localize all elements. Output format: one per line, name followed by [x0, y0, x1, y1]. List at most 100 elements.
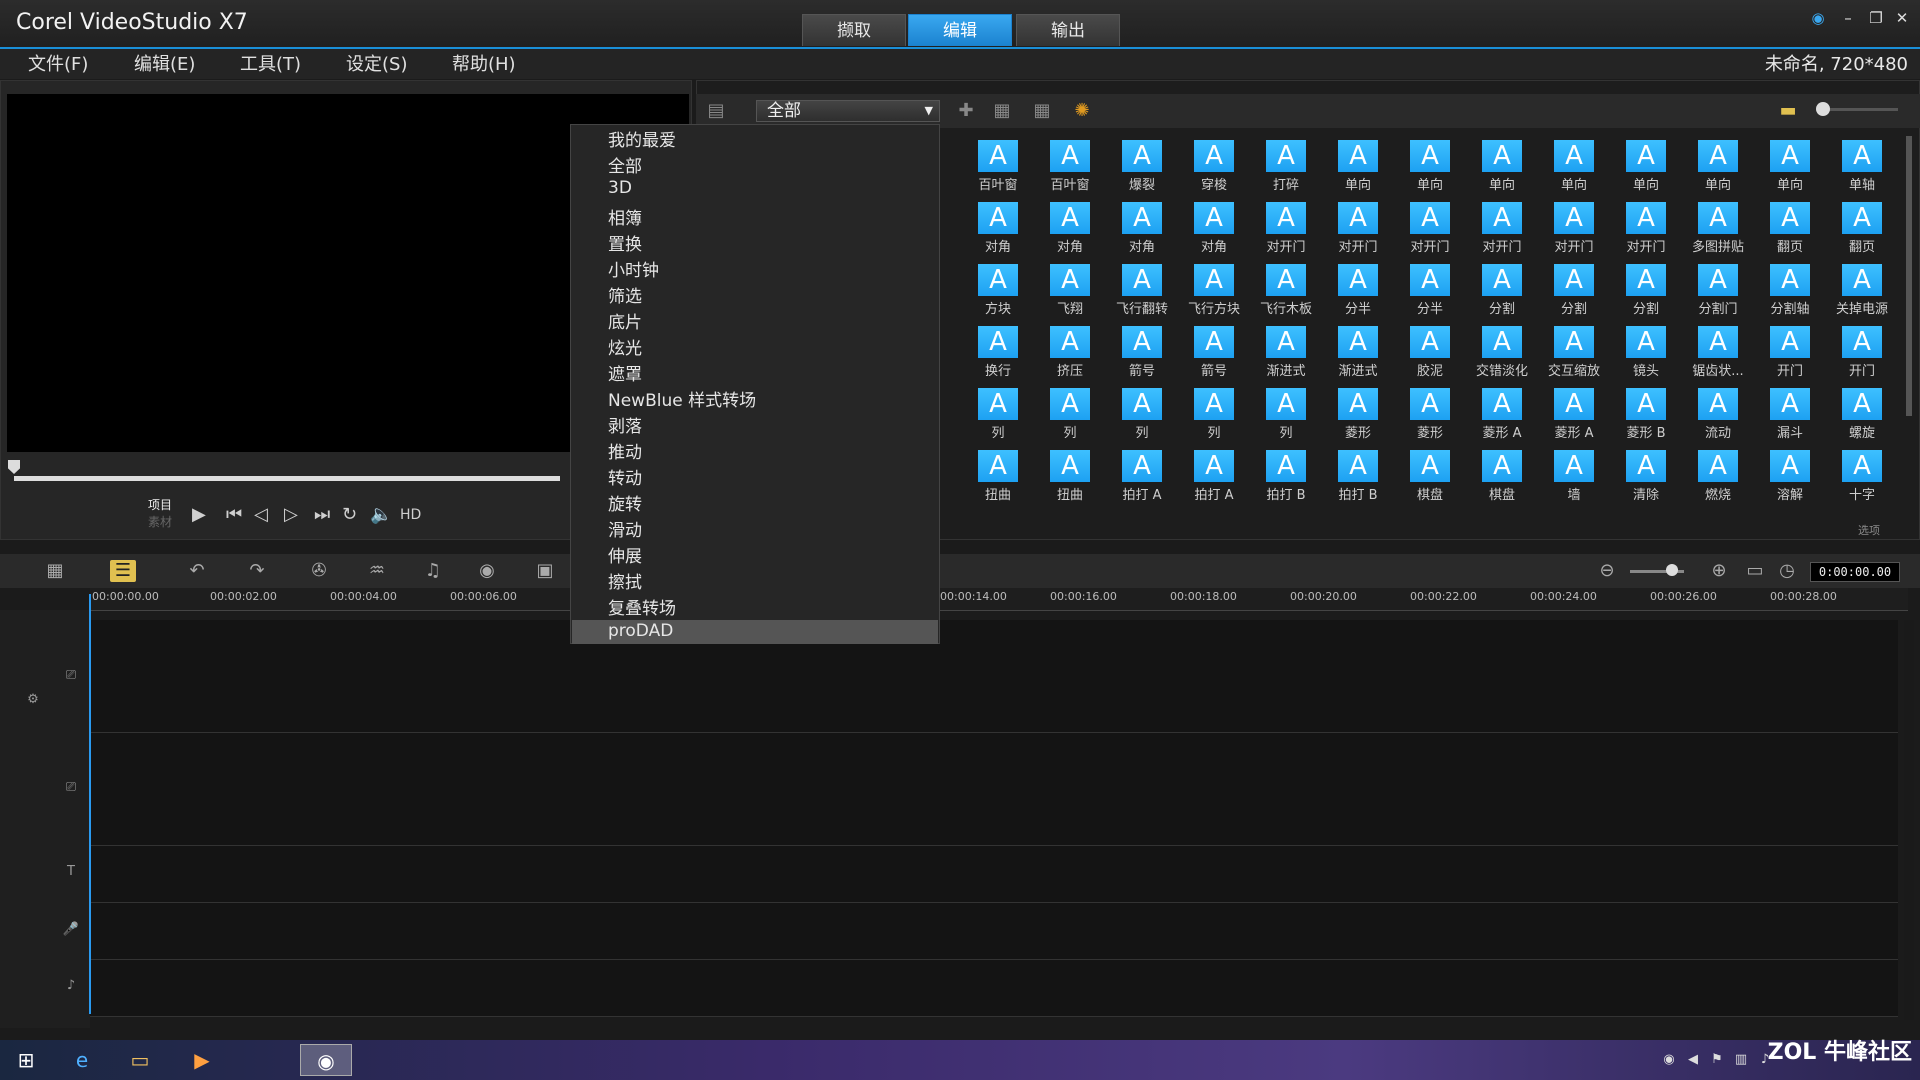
music-track-icon[interactable]: ♪: [56, 978, 86, 1002]
menu-edit[interactable]: 编辑(E): [134, 50, 195, 76]
restore-icon[interactable]: ❐: [1866, 8, 1886, 28]
transition-thumbnail[interactable]: A 翻页: [1826, 202, 1898, 264]
transition-thumbnail[interactable]: A 飞行翻转: [1106, 264, 1178, 326]
zoom-in-icon[interactable]: ⊕: [1706, 560, 1732, 582]
transition-thumbnail[interactable]: A 单向: [1610, 140, 1682, 202]
transition-thumbnail[interactable]: A 多图拼贴: [1682, 202, 1754, 264]
library-scrollbar[interactable]: [1906, 136, 1912, 416]
next-frame-icon[interactable]: ▷: [284, 504, 298, 525]
fit-project-icon[interactable]: ▭: [1742, 560, 1768, 582]
transition-thumbnail[interactable]: A 分半: [1322, 264, 1394, 326]
menu-help[interactable]: 帮助(H): [452, 50, 516, 76]
content-icon[interactable]: ✺: [1070, 100, 1094, 122]
minimize-icon[interactable]: –: [1838, 8, 1858, 28]
transition-thumbnail[interactable]: A 打碎: [1250, 140, 1322, 202]
overlay-track-icon[interactable]: ⎚: [56, 780, 86, 804]
undo-icon[interactable]: ↶: [184, 560, 210, 582]
transition-thumbnail[interactable]: A 拍打 B: [1322, 450, 1394, 512]
file-explorer-icon[interactable]: ▭: [114, 1044, 166, 1076]
category-option[interactable]: 遮罩: [608, 360, 642, 385]
media-player-icon[interactable]: ▶: [176, 1044, 228, 1076]
zoom-out-icon[interactable]: ⊖: [1594, 560, 1620, 582]
transition-thumbnail[interactable]: A 分割轴: [1754, 264, 1826, 326]
globe-icon[interactable]: ◉: [1808, 8, 1828, 28]
title-track[interactable]: [90, 846, 1898, 903]
thumbnail-size-knob[interactable]: [1816, 102, 1830, 116]
thumbnail-size-slider[interactable]: [1822, 108, 1898, 111]
transition-thumbnail[interactable]: A 胶泥: [1394, 326, 1466, 388]
category-option[interactable]: 筛选: [608, 282, 642, 307]
transition-thumbnail[interactable]: A 镜头: [1610, 326, 1682, 388]
transition-thumbnail[interactable]: A 渐进式: [1322, 326, 1394, 388]
category-dropdown[interactable]: 全部 ▼: [756, 100, 940, 122]
category-option[interactable]: 滑动: [608, 516, 642, 541]
end-icon[interactable]: ⏭: [314, 504, 330, 525]
tray-app-icon[interactable]: ◉: [1660, 1052, 1678, 1070]
scrub-bar[interactable]: [14, 476, 560, 481]
music-track[interactable]: [90, 960, 1898, 1017]
category-option[interactable]: 擦拭: [608, 568, 642, 593]
transition-thumbnail[interactable]: A 对开门: [1322, 202, 1394, 264]
transition-thumbnail[interactable]: A列: [962, 388, 1034, 450]
transition-thumbnail[interactable]: A 溶解: [1754, 450, 1826, 512]
transition-thumbnail[interactable]: A 菱形 A: [1538, 388, 1610, 450]
options-button[interactable]: 选项: [1858, 522, 1880, 538]
transition-thumbnail[interactable]: A 飞行方块: [1178, 264, 1250, 326]
transition-thumbnail[interactable]: A 清除: [1610, 450, 1682, 512]
category-option[interactable]: 伸展: [608, 542, 642, 567]
transition-thumbnail[interactable]: A 菱形: [1322, 388, 1394, 450]
close-icon[interactable]: ✕: [1892, 8, 1912, 28]
category-option[interactable]: 复叠转场: [608, 594, 676, 619]
transition-thumbnail[interactable]: A 燃烧: [1682, 450, 1754, 512]
category-option[interactable]: 全部: [608, 152, 642, 177]
category-option[interactable]: NewBlue 样式转场: [608, 386, 756, 411]
transition-thumbnail[interactable]: A 箭号: [1106, 326, 1178, 388]
motion-tracking-icon[interactable]: ◉: [474, 560, 500, 582]
menu-settings[interactable]: 设定(S): [346, 50, 407, 76]
timeline-scrollbar[interactable]: [1904, 620, 1914, 1020]
home-icon[interactable]: ⏮: [226, 504, 242, 525]
transition-thumbnail[interactable]: A 开门: [1826, 326, 1898, 388]
transition-thumbnail[interactable]: A 分割门: [1682, 264, 1754, 326]
transition-thumbnail[interactable]: A 飞翔: [1034, 264, 1106, 326]
transition-thumbnail[interactable]: A 棋盘: [1466, 450, 1538, 512]
category-option[interactable]: 推动: [608, 438, 642, 463]
timeline-view-icon[interactable]: ▦: [42, 560, 68, 582]
timecode-display[interactable]: 0:00:00.00: [1810, 562, 1900, 582]
title-track-icon[interactable]: T: [56, 864, 86, 888]
transition-thumbnail[interactable]: A 箭号: [1178, 326, 1250, 388]
add-favorite-icon[interactable]: ✚: [954, 100, 978, 122]
tray-flag-icon[interactable]: ⚑: [1708, 1052, 1726, 1070]
category-option[interactable]: 3D: [608, 178, 632, 198]
hd-preview-button[interactable]: HD: [400, 507, 421, 523]
auto-music-icon[interactable]: ♫: [420, 560, 446, 582]
media-library-icon[interactable]: ▤: [704, 100, 728, 122]
menu-file[interactable]: 文件(F): [28, 50, 88, 76]
transition-thumbnail[interactable]: A 十字: [1826, 450, 1898, 512]
repeat-icon[interactable]: ↻: [342, 504, 357, 525]
transition-thumbnail[interactable]: A 棋盘: [1394, 450, 1466, 512]
transition-thumbnail[interactable]: A列: [1250, 388, 1322, 450]
volume-icon[interactable]: 🔈: [370, 504, 392, 525]
windows-start-icon[interactable]: ⊞: [0, 1044, 52, 1076]
tray-network-icon[interactable]: ▥: [1732, 1052, 1750, 1070]
transition-thumbnail[interactable]: A 换行: [962, 326, 1034, 388]
overlay-track[interactable]: [90, 733, 1898, 846]
transition-thumbnail[interactable]: A 菱形 A: [1466, 388, 1538, 450]
tab-capture[interactable]: 撷取: [802, 14, 906, 46]
transition-thumbnail[interactable]: A 单向: [1682, 140, 1754, 202]
transition-thumbnail[interactable]: A 拍打 A: [1106, 450, 1178, 512]
previous-frame-icon[interactable]: ◁: [254, 504, 268, 525]
transition-thumbnail[interactable]: A 单轴: [1826, 140, 1898, 202]
transition-thumbnail[interactable]: A 单向: [1538, 140, 1610, 202]
transition-thumbnail[interactable]: A 交错淡化: [1466, 326, 1538, 388]
transition-thumbnail[interactable]: A 百叶窗: [1034, 140, 1106, 202]
transition-thumbnail[interactable]: A 单向: [1754, 140, 1826, 202]
redo-icon[interactable]: ↷: [244, 560, 270, 582]
clip-mode-label[interactable]: 素材: [148, 513, 172, 530]
transition-thumbnail[interactable]: A 对角: [1034, 202, 1106, 264]
transition-thumbnail[interactable]: A 漏斗: [1754, 388, 1826, 450]
tray-volume-mute-icon[interactable]: ◀: [1684, 1052, 1702, 1070]
transition-thumbnail[interactable]: A 单向: [1394, 140, 1466, 202]
transition-thumbnail[interactable]: A 分半: [1394, 264, 1466, 326]
